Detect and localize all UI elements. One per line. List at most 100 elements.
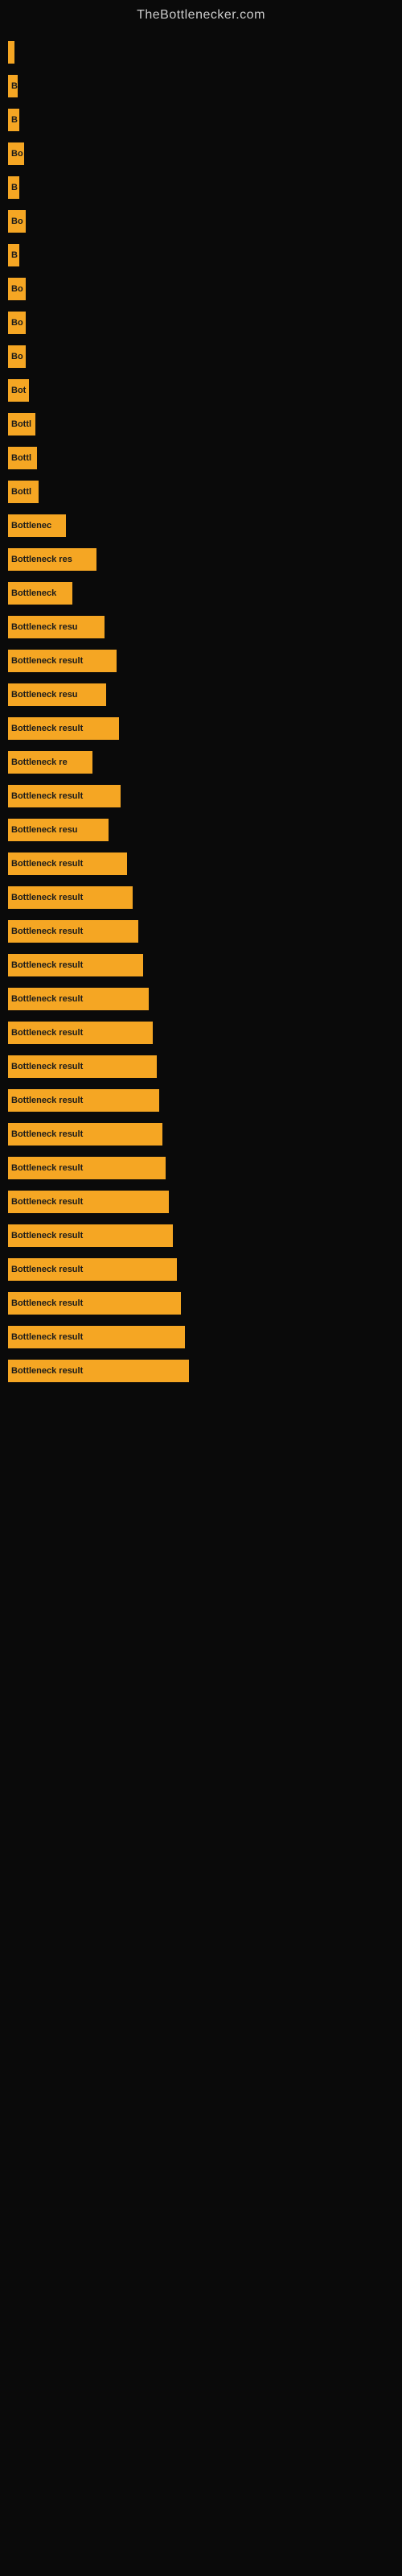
bar-label: B	[11, 250, 18, 260]
bar-label: Bottleneck resu	[11, 825, 78, 835]
bar: Bottleneck result	[8, 650, 117, 672]
bar-row: B	[8, 71, 402, 101]
bar-row: Bottleneck result	[8, 1356, 402, 1386]
bar-row: Bottleneck result	[8, 1119, 402, 1150]
bar-label: B	[11, 81, 18, 91]
bar-label: Bottleneck result	[11, 927, 83, 936]
bar-row: Bo	[8, 138, 402, 169]
bar-label: Bottleneck result	[11, 791, 83, 801]
bar: Bottleneck resu	[8, 616, 105, 638]
bar: Bottleneck resu	[8, 819, 109, 841]
bars-container: B B Bo B Bo B Bo Bo Bo Bot Bottl Bottl Bottl Bottlene…	[0, 29, 402, 1397]
bar-row: Bottleneck result	[8, 1018, 402, 1048]
bar-label: Bottleneck result	[11, 1265, 83, 1274]
bar: B	[8, 75, 18, 97]
bar-label: Bo	[11, 318, 23, 328]
bar-label: Bottleneck result	[11, 893, 83, 902]
bar-row: Bo	[8, 274, 402, 304]
bar: Bottleneck	[8, 582, 72, 605]
bar-label: Bottleneck result	[11, 724, 83, 733]
bar-label: Bottleneck result	[11, 1298, 83, 1308]
bar-row: Bottleneck result	[8, 1322, 402, 1352]
bar-row: Bottleneck resu	[8, 815, 402, 845]
bar-label: Bottleneck result	[11, 859, 83, 869]
bar-row: Bottleneck	[8, 578, 402, 609]
bar: Bottleneck result	[8, 1224, 173, 1247]
bar-label: Bottleneck re	[11, 758, 68, 767]
bar-label: Bottleneck result	[11, 960, 83, 970]
bar-label: Bo	[11, 284, 23, 294]
bar-row: Bottleneck result	[8, 1153, 402, 1183]
bar-row: Bottl	[8, 477, 402, 507]
bar-row: Bottleneck re	[8, 747, 402, 778]
bar: B	[8, 176, 19, 199]
bar	[8, 41, 14, 64]
bar-row: Bottlenec	[8, 510, 402, 541]
bar-row: Bottl	[8, 443, 402, 473]
bar-label: B	[11, 183, 18, 192]
bar: Bottleneck re	[8, 751, 92, 774]
bar: Bottleneck res	[8, 548, 96, 571]
bar: Bo	[8, 210, 26, 233]
bar-label: Bottleneck result	[11, 1332, 83, 1342]
bar: Bottleneck result	[8, 1089, 159, 1112]
bar: Bottleneck result	[8, 852, 127, 875]
bar-row: Bottleneck result	[8, 882, 402, 913]
bar-label: Bottleneck res	[11, 555, 72, 564]
bar: Bottleneck result	[8, 1157, 166, 1179]
bar: Bottleneck result	[8, 1258, 177, 1281]
bar: Bo	[8, 142, 24, 165]
bar-label: Bottlenec	[11, 521, 51, 530]
bar: Bottleneck result	[8, 1055, 157, 1078]
bar-row: Bottleneck result	[8, 1220, 402, 1251]
bar: Bottleneck result	[8, 1326, 185, 1348]
bar: Bottleneck result	[8, 1022, 153, 1044]
bar: Bottleneck resu	[8, 683, 106, 706]
bar-label: Bottleneck result	[11, 1129, 83, 1139]
bar-label: Bottl	[11, 453, 31, 463]
bar-row: B	[8, 105, 402, 135]
bar-label: Bottleneck result	[11, 994, 83, 1004]
bar-row: B	[8, 172, 402, 203]
bar: Bottleneck result	[8, 785, 121, 807]
bar-label: Bottleneck resu	[11, 622, 78, 632]
site-title: TheBottlenecker.com	[0, 0, 402, 29]
bar: Bo	[8, 345, 26, 368]
bar-label: Bottleneck result	[11, 1096, 83, 1105]
bar: B	[8, 109, 19, 131]
bar-label: Bottleneck result	[11, 1366, 83, 1376]
bar-row: Bo	[8, 308, 402, 338]
bar: Bottl	[8, 447, 37, 469]
bar-row: Bottleneck result	[8, 848, 402, 879]
bar: B	[8, 244, 19, 266]
bar: Bottleneck result	[8, 886, 133, 909]
bar-row: Bottleneck result	[8, 984, 402, 1014]
bar-label: Bottleneck result	[11, 656, 83, 666]
bar-row: Bottleneck result	[8, 1254, 402, 1285]
bar-row: Bottleneck result	[8, 1085, 402, 1116]
bar-row	[8, 37, 402, 68]
bar: Bottleneck result	[8, 1292, 181, 1315]
bar: Bottleneck result	[8, 1191, 169, 1213]
bar: Bottl	[8, 413, 35, 436]
bar-label: Bottleneck result	[11, 1062, 83, 1071]
bar-label: Bottleneck result	[11, 1197, 83, 1207]
bar-row: B	[8, 240, 402, 270]
bar-row: Bottleneck result	[8, 916, 402, 947]
bar-label: Bottleneck result	[11, 1028, 83, 1038]
bar: Bottlenec	[8, 514, 66, 537]
bar-row: Bottleneck result	[8, 1051, 402, 1082]
bar-label: B	[11, 115, 18, 125]
bar-row: Bottleneck result	[8, 950, 402, 980]
bar-row: Bottleneck result	[8, 781, 402, 811]
bar-row: Bottleneck result	[8, 1187, 402, 1217]
bar: Bottleneck result	[8, 1123, 162, 1146]
bar-row: Bottleneck result	[8, 1288, 402, 1319]
bar-row: Bottleneck resu	[8, 679, 402, 710]
bar: Bottleneck result	[8, 954, 143, 976]
bar-label: Bottleneck result	[11, 1231, 83, 1241]
bar: Bot	[8, 379, 29, 402]
bar: Bo	[8, 278, 26, 300]
bar: Bottleneck result	[8, 988, 149, 1010]
bar: Bottleneck result	[8, 1360, 189, 1382]
